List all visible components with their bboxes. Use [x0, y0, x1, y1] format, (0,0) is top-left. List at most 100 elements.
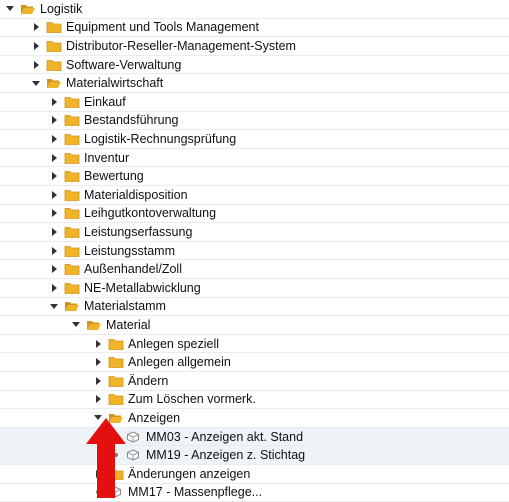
tree-item-label: MM03 - Anzeigen akt. Stand — [146, 429, 304, 444]
tree-folder-item[interactable]: Anlegen allgemein — [0, 353, 509, 372]
tree-item-label: Materialwirtschaft — [66, 76, 164, 91]
tree-folder-item[interactable]: Equipment und Tools Management — [0, 19, 509, 38]
tree-folder-item[interactable]: Ändern — [0, 372, 509, 391]
folder-icon — [64, 96, 80, 108]
folder-icon — [108, 375, 124, 387]
tree-folder-item[interactable]: Bestandsführung — [0, 112, 509, 131]
tree-folder-item[interactable]: Zum Löschen vormerk. — [0, 391, 509, 410]
tree-folder-item[interactable]: Materialdisposition — [0, 186, 509, 205]
expand-triangle-icon[interactable] — [48, 245, 60, 257]
tree-item-label: Außenhandel/Zoll — [84, 262, 182, 277]
collapse-triangle-icon[interactable] — [30, 77, 42, 89]
tree-item-label: Bewertung — [84, 169, 144, 184]
collapse-triangle-icon[interactable] — [48, 300, 60, 312]
tree-item-label: Anlegen speziell — [128, 336, 220, 351]
tree-item-label: Anlegen allgemein — [128, 355, 231, 370]
folder-icon — [64, 245, 80, 257]
folder-icon — [64, 263, 80, 276]
tree-item-label: Inventur — [84, 150, 130, 165]
expand-triangle-icon[interactable] — [48, 133, 60, 145]
expand-triangle-icon[interactable] — [48, 152, 60, 164]
tree-item-label: MM17 - Massenpflege... — [128, 485, 263, 500]
tree-folder-item[interactable]: Inventur — [0, 149, 509, 168]
expand-triangle-icon[interactable] — [30, 40, 42, 52]
expand-triangle-icon[interactable] — [48, 207, 60, 219]
tree-folder-item[interactable]: Leistungsstamm — [0, 242, 509, 261]
tree-transaction-item[interactable]: MM19 - Anzeigen z. Stichtag — [0, 446, 509, 465]
tree-item-label: Equipment und Tools Management — [66, 20, 259, 35]
tree-transaction-item[interactable]: MM17 - Massenpflege... — [0, 484, 509, 502]
expand-triangle-icon[interactable] — [48, 170, 60, 182]
tree-item-label: Leistungsstamm — [84, 243, 176, 258]
tree-folder-item[interactable]: Änderungen anzeigen — [0, 465, 509, 484]
folder-icon — [46, 21, 62, 34]
tree-item-label: Bestandsführung — [84, 113, 179, 128]
tree-item-label: Leistungserfassung — [84, 224, 193, 239]
expand-triangle-icon[interactable] — [92, 338, 104, 350]
collapse-triangle-icon[interactable] — [4, 3, 16, 15]
tree-item-label: Materialdisposition — [84, 187, 188, 202]
tree-folder-item[interactable]: Distributor-Reseller-Management-System — [0, 37, 509, 56]
folder-icon — [64, 207, 80, 220]
open-folder-icon — [46, 77, 62, 89]
tree-folder-item[interactable]: Bewertung — [0, 167, 509, 186]
tree-item-label: Einkauf — [84, 94, 126, 109]
folder-icon — [64, 114, 80, 127]
tree-folder-item[interactable]: Leistungserfassung — [0, 223, 509, 242]
expand-triangle-icon[interactable] — [48, 282, 60, 294]
expand-triangle-icon[interactable] — [30, 59, 42, 71]
tree-transaction-item[interactable]: MM03 - Anzeigen akt. Stand — [0, 427, 509, 447]
tree-item-label: Logistik — [40, 1, 83, 16]
folder-icon — [64, 152, 80, 164]
folder-icon — [46, 59, 62, 71]
tree-item-label: Leihgutkontoverwaltung — [84, 206, 217, 221]
tree-item-label: Material — [106, 317, 151, 332]
tree-folder-item[interactable]: Leihgutkontoverwaltung — [0, 205, 509, 224]
expand-triangle-icon[interactable] — [30, 21, 42, 33]
tree-folder-item[interactable]: Materialstamm — [0, 298, 509, 317]
open-folder-icon — [64, 300, 80, 312]
tree-item-label: Materialstamm — [84, 299, 166, 314]
tree-item-label: MM19 - Anzeigen z. Stichtag — [146, 448, 306, 463]
folder-icon — [108, 393, 124, 406]
folder-icon — [108, 338, 124, 350]
tree-item-label: Logistik-Rechnungsprüfung — [84, 131, 237, 146]
tree-item-label: Software-Verwaltung — [66, 57, 182, 72]
folder-icon — [64, 282, 80, 294]
folder-icon — [108, 356, 124, 369]
tree-folder-item[interactable]: Außenhandel/Zoll — [0, 260, 509, 279]
transaction-cube-icon — [126, 431, 142, 443]
tree-folder-item[interactable]: Materialwirtschaft — [0, 74, 509, 93]
menu-tree: Logistik Equipment und Tools Management Di… — [0, 0, 509, 502]
expand-triangle-icon[interactable] — [92, 375, 104, 387]
expand-triangle-icon[interactable] — [48, 263, 60, 275]
tree-item-label: Änderungen anzeigen — [128, 466, 251, 481]
tree-item-label: Ändern — [128, 373, 169, 388]
tree-folder-item[interactable]: Software-Verwaltung — [0, 56, 509, 75]
tree-item-label: Distributor-Reseller-Management-System — [66, 38, 296, 53]
folder-icon — [64, 133, 80, 145]
tree-folder-item[interactable]: Material — [0, 316, 509, 335]
tree-folder-item[interactable]: Logistik-Rechnungsprüfung — [0, 130, 509, 149]
tree-folder-item[interactable]: NE-Metallabwicklung — [0, 279, 509, 298]
tree-folder-item[interactable]: Einkauf — [0, 93, 509, 112]
expand-triangle-icon[interactable] — [48, 189, 60, 201]
folder-icon — [64, 189, 80, 201]
folder-icon — [64, 226, 80, 238]
red-arrow-annotation — [86, 418, 126, 498]
expand-triangle-icon[interactable] — [48, 226, 60, 238]
transaction-cube-icon — [126, 449, 142, 461]
tree-folder-item[interactable]: Anlegen speziell — [0, 335, 509, 354]
open-folder-icon — [86, 319, 102, 331]
tree-folder-item[interactable]: Logistik — [0, 0, 509, 19]
open-folder-icon — [20, 3, 36, 15]
expand-triangle-icon[interactable] — [48, 114, 60, 126]
expand-triangle-icon[interactable] — [92, 393, 104, 405]
expand-triangle-icon[interactable] — [92, 356, 104, 368]
tree-item-label: Anzeigen — [128, 410, 181, 425]
folder-icon — [64, 170, 80, 183]
expand-triangle-icon[interactable] — [48, 96, 60, 108]
tree-item-label: Zum Löschen vormerk. — [128, 392, 256, 407]
collapse-triangle-icon[interactable] — [70, 319, 82, 331]
tree-folder-item[interactable]: Anzeigen — [0, 409, 509, 428]
